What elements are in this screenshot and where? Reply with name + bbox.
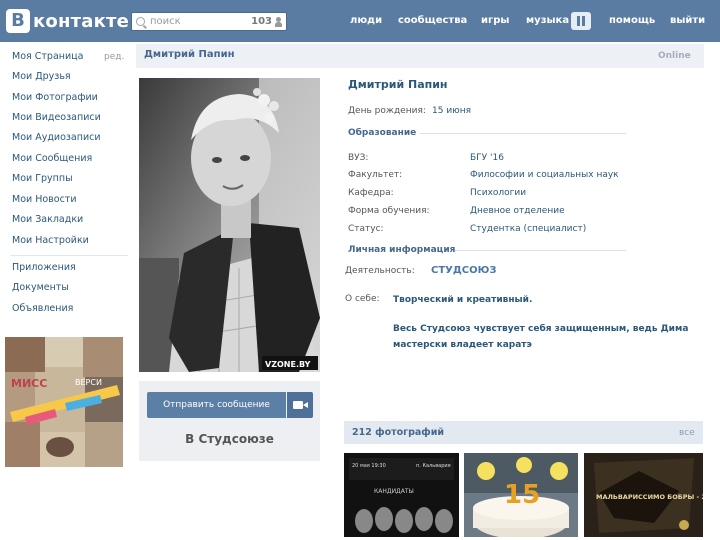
activity-label: Деятельность: [345, 266, 415, 276]
personal-info-divider [455, 250, 626, 251]
sidebar-item-settings[interactable]: Мои Настройки [12, 235, 89, 246]
video-call-button[interactable] [287, 392, 313, 418]
ad-text-bottom: ВЕРСИ [75, 378, 102, 387]
sidebar-item-videos[interactable]: Мои Видеозаписи [12, 112, 101, 123]
svg-text:п. Кальвария: п. Кальвария [416, 463, 451, 469]
nav-logout[interactable]: выйти [670, 15, 705, 26]
nav-games[interactable]: игры [481, 15, 509, 26]
photo-thumbnail-2[interactable]: 15 [464, 453, 578, 537]
thumb-3-caption: МАЛЬВАРИССИМО БОБРЫ - 2012 [596, 493, 703, 501]
send-message-button[interactable]: Отправить сообщение [147, 392, 286, 418]
camera-icon [293, 401, 303, 409]
photos-title[interactable]: 212 фотографий [352, 427, 444, 438]
education-value-university[interactable]: БГУ '16 [470, 153, 504, 163]
personal-info-header: Личная информация [348, 245, 456, 255]
education-divider [420, 133, 626, 134]
education-value-department[interactable]: Психологии [470, 188, 526, 198]
about-line-3: мастерски владеет каратэ [393, 340, 532, 350]
sidebar-item-documents[interactable]: Документы [12, 282, 69, 293]
education-label-university: ВУЗ: [348, 153, 369, 163]
birthday-label: День рождения: [348, 106, 426, 116]
logo-text: контакте [33, 10, 130, 32]
education-label-form: Форма обучения: [348, 206, 430, 216]
sidebar-item-ads[interactable]: Объявления [12, 303, 73, 314]
group-membership-label: В Студсоюзе [185, 432, 274, 446]
sidebar-item-friends[interactable]: Мои Друзья [12, 71, 71, 82]
about-label: О себе: [345, 294, 380, 304]
sidebar-item-audio[interactable]: Мои Аудиозаписи [12, 132, 101, 143]
photo-thumbnail-1[interactable]: 20 мая 19:30 п. Кальвария КАНДИДАТЫ [344, 453, 459, 537]
photo-watermark: VZONE.BY [265, 360, 311, 369]
edit-link[interactable]: ред. [104, 52, 124, 62]
search-placeholder: поиск [150, 16, 181, 27]
profile-name-header: Дмитрий Папин [144, 49, 235, 60]
sidebar-item-apps[interactable]: Приложения [12, 262, 76, 273]
thumb-1-caption: КАНДИДАТЫ [374, 488, 414, 495]
education-value-status[interactable]: Студентка (специалист) [470, 224, 586, 234]
camera-lens-icon [303, 402, 308, 408]
education-label-status: Статус: [348, 224, 384, 234]
about-line-2: Весь Студсоюз чувствует себя защищенным,… [393, 324, 689, 334]
sidebar-item-bookmarks[interactable]: Мои Закладки [12, 214, 83, 225]
education-label-faculty: Факультет: [348, 170, 403, 180]
logo-letter: В [6, 9, 30, 33]
thumb-2-number: 15 [504, 480, 540, 510]
sidebar-item-news[interactable]: Мои Новости [12, 194, 77, 205]
profile-name: Дмитрий Папин [348, 78, 448, 91]
activity-value[interactable]: СТУДСОЮЗ [431, 265, 496, 276]
svg-text:20 мая 19:30: 20 мая 19:30 [352, 463, 386, 469]
birthday-value[interactable]: 15 июня [432, 106, 471, 116]
sidebar-item-messages[interactable]: Мои Сообщения [12, 153, 92, 164]
education-label-department: Кафедра: [348, 188, 394, 198]
sidebar-divider [10, 255, 128, 256]
online-status: Online [658, 51, 691, 61]
nav-people[interactable]: люди [350, 15, 382, 26]
ad-text-top: МИСС [11, 377, 47, 390]
sidebar-item-my-page[interactable]: Моя Страница [12, 51, 83, 62]
nav-music[interactable]: музыка [526, 15, 569, 26]
education-value-form[interactable]: Дневное отделение [470, 206, 565, 216]
pause-icon[interactable] [571, 12, 591, 30]
education-value-faculty[interactable]: Философии и социальных наук [470, 170, 619, 180]
photo-thumbnail-3[interactable]: МАЛЬВАРИССИМО БОБРЫ - 2012 [584, 453, 703, 537]
search-input[interactable]: поиск 103 [131, 12, 287, 31]
nav-help[interactable]: помощь [609, 15, 655, 26]
nav-communities[interactable]: сообщества [398, 15, 467, 26]
top-header: В контакте поиск 103 люди сообщества игр… [0, 0, 720, 42]
vk-logo[interactable]: В контакте [6, 9, 129, 33]
sidebar-item-groups[interactable]: Мои Группы [12, 173, 73, 184]
about-line-1: Творческий и креативный. [393, 295, 533, 305]
ad-banner[interactable]: МИСС ВЕРСИ [5, 337, 123, 467]
user-icon [275, 17, 282, 27]
photos-all-link[interactable]: все [679, 428, 695, 438]
profile-photo[interactable]: VZONE.BY [139, 78, 320, 372]
search-icon [136, 17, 145, 26]
search-count: 103 [251, 16, 272, 27]
education-header: Образование [348, 128, 417, 138]
sidebar-item-photos[interactable]: Мои Фотографии [12, 92, 98, 103]
